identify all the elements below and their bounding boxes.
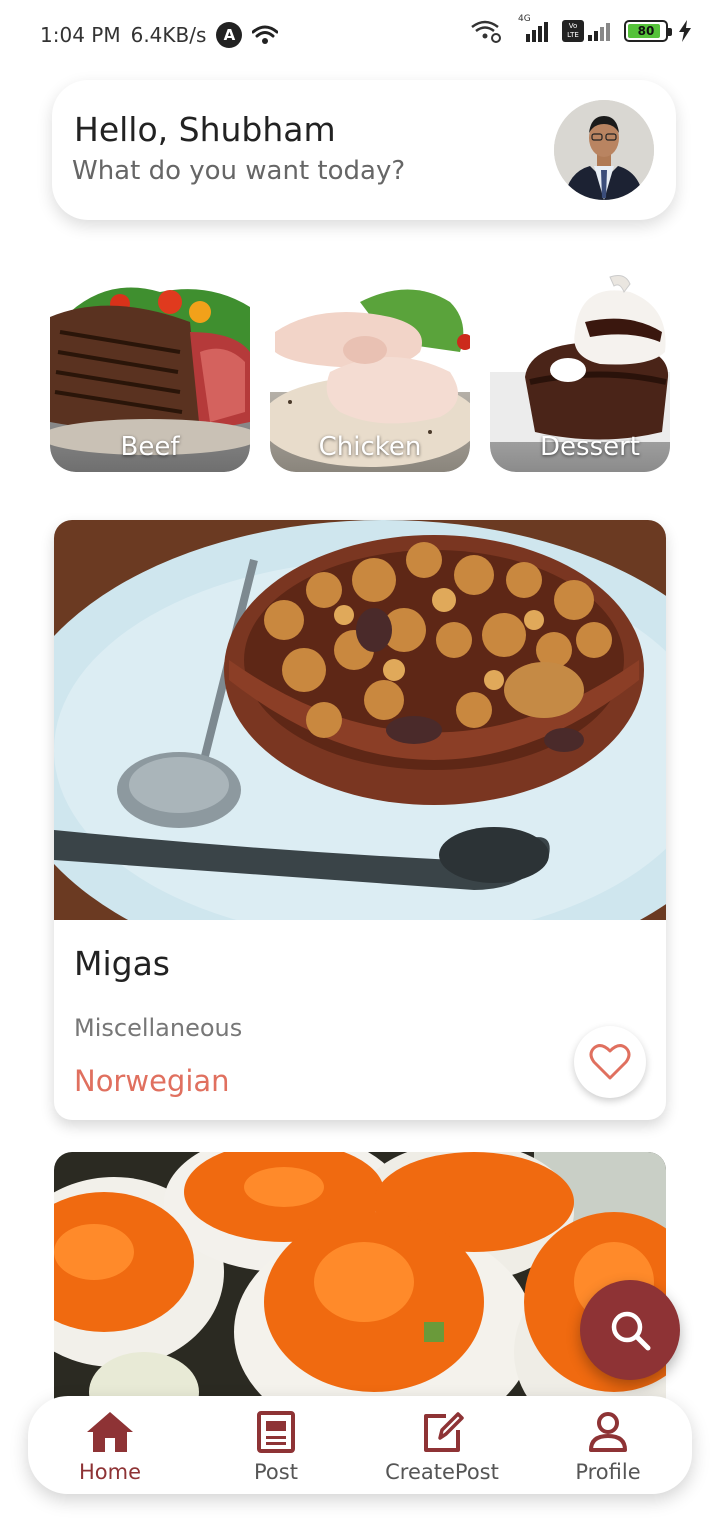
status-bar: 1:04 PM 6.4KB/s A 4G Vo LTE 80: [0, 0, 720, 70]
category-label: Chicken: [318, 432, 422, 462]
nav-label: CreatePost: [385, 1460, 499, 1484]
profile-icon: [589, 1412, 627, 1452]
search-icon: [611, 1311, 651, 1351]
recipe-name: Migas: [74, 944, 171, 983]
nav-label: Post: [254, 1460, 298, 1484]
recipe-area: Norwegian: [74, 1064, 230, 1098]
greeting-title: Hello, Shubham: [74, 110, 336, 149]
wifi-icon: [252, 25, 279, 44]
nav-item-profile[interactable]: Profile: [538, 1410, 678, 1490]
notification-badge-icon: A: [216, 22, 243, 48]
category-label: Beef: [120, 432, 180, 462]
nav-item-post[interactable]: Post: [206, 1410, 346, 1490]
nav-label: Profile: [575, 1460, 641, 1484]
battery-icon: 80: [624, 20, 672, 42]
nav-item-home[interactable]: Home: [40, 1410, 180, 1490]
recipe-category: Miscellaneous: [74, 1014, 243, 1042]
nav-label: Home: [78, 1460, 141, 1484]
migas-dish-image: [54, 520, 666, 920]
greeting-subtitle: What do you want today?: [72, 156, 406, 186]
signal-4g-icon: 4G: [512, 14, 552, 44]
bottom-navigation: Home Post CreatePost Profile: [28, 1396, 692, 1494]
category-label: Dessert: [540, 432, 640, 462]
sushi-image: [54, 1152, 666, 1412]
status-time: 1:04 PM: [40, 23, 121, 47]
post-icon: [257, 1411, 295, 1453]
category-dessert[interactable]: Dessert: [490, 272, 670, 472]
create-post-icon: [424, 1412, 464, 1452]
heart-icon: [589, 1044, 631, 1080]
recipe-card[interactable]: [54, 1152, 666, 1412]
greeting-card: Hello, Shubham What do you want today?: [52, 80, 676, 220]
recipe-card[interactable]: Migas Miscellaneous Norwegian: [54, 520, 666, 1120]
volte-icon: Vo LTE: [562, 19, 614, 43]
wifi-calling-icon: [471, 20, 501, 43]
search-button[interactable]: [580, 1280, 680, 1380]
home-icon: [87, 1412, 133, 1452]
nav-item-create-post[interactable]: CreatePost: [372, 1410, 512, 1490]
charging-icon: [679, 20, 691, 42]
status-network-speed: 6.4KB/s: [130, 23, 207, 47]
avatar[interactable]: [554, 100, 654, 200]
category-chicken[interactable]: Chicken: [270, 272, 470, 472]
favorite-button[interactable]: [574, 1026, 646, 1098]
category-beef[interactable]: Beef: [50, 272, 250, 472]
